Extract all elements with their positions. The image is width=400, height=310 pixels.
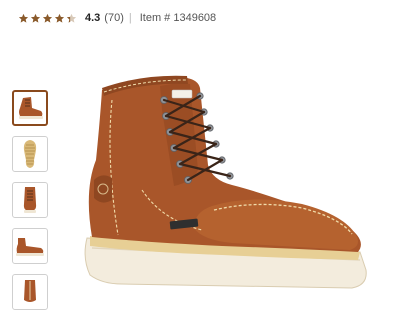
star-rating[interactable]	[18, 13, 78, 24]
boot-front-view-icon	[23, 187, 37, 213]
thumbnail-profile-view[interactable]	[12, 228, 48, 264]
separator: |	[128, 12, 132, 24]
boot-side-view-icon	[19, 97, 43, 119]
boot-profile-icon	[16, 238, 44, 256]
star-icon	[42, 13, 53, 23]
review-count-link[interactable]: (70)	[104, 12, 124, 24]
star-half-icon	[66, 13, 77, 23]
star-icon	[18, 13, 29, 23]
work-boot-image	[84, 75, 367, 289]
boot-sole-icon	[23, 140, 37, 168]
thumbnail-front-view[interactable]	[12, 182, 48, 218]
main-product-image[interactable]	[82, 70, 372, 300]
rating-row: 4.3 (70) | Item # 1349608	[18, 10, 216, 26]
star-icon	[54, 13, 65, 23]
thumbnail-back-view[interactable]	[12, 274, 48, 310]
star-icon	[30, 13, 41, 23]
thumbnail-sole-view[interactable]	[12, 136, 48, 172]
rating-value: 4.3	[85, 12, 101, 24]
thumbnail-side-view[interactable]	[12, 90, 48, 126]
item-number: Item # 1349608	[139, 12, 217, 24]
boot-back-view-icon	[24, 280, 36, 302]
